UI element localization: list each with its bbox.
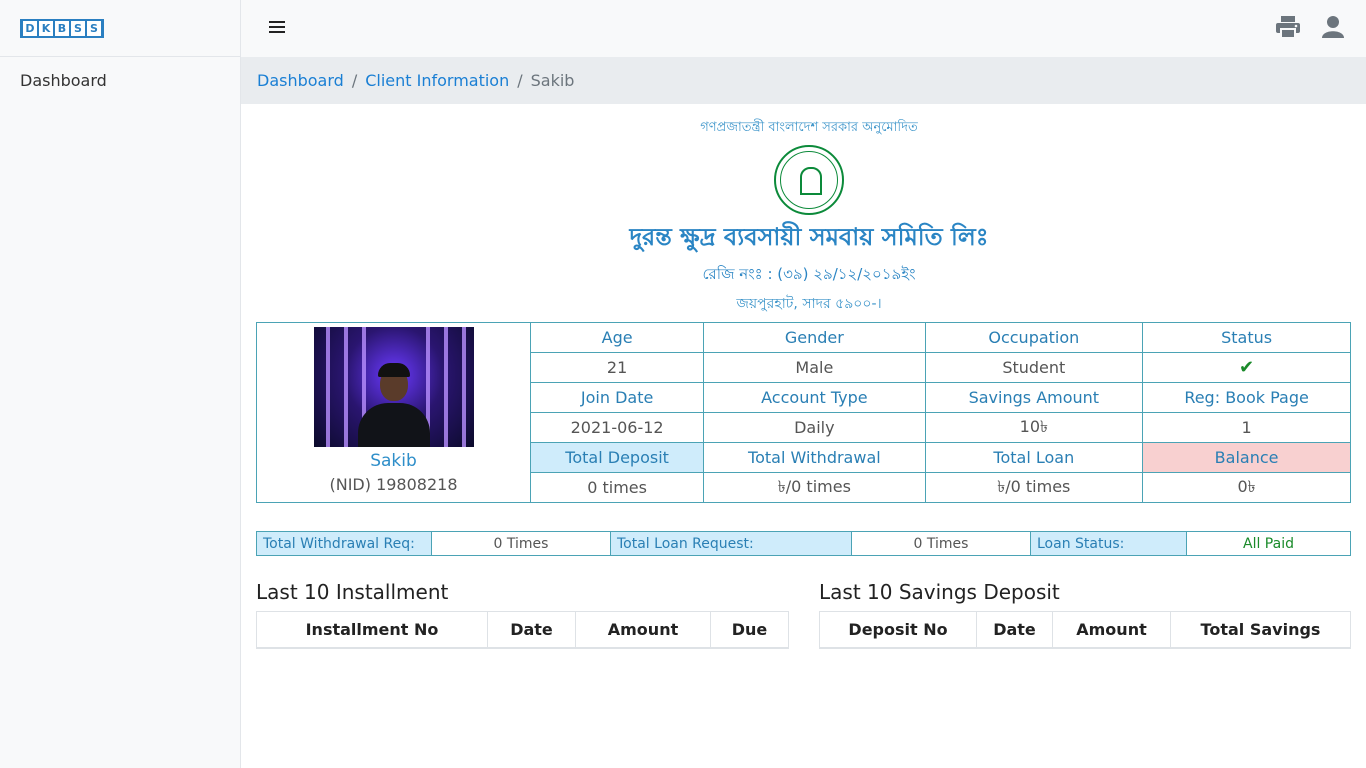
government-approval: গণপ্রজাতন্ত্রী বাংলাদেশ সরকার অনুমোদিত <box>700 120 918 135</box>
organization-address: জয়পুরহাট, সাদর ৫৯০০-। <box>736 296 882 312</box>
client-photo <box>313 327 474 447</box>
column-date: Date <box>487 611 576 649</box>
value-account-type: Daily <box>703 412 926 443</box>
value-age: 21 <box>529 352 705 383</box>
logo-letter: B <box>55 20 69 36</box>
column-amount: Amount <box>1052 611 1171 649</box>
loan-status-value: All Paid <box>1186 531 1351 556</box>
breadcrumb-separator: / <box>351 71 358 90</box>
value-join-date: 2021-06-12 <box>529 412 705 443</box>
header-balance: Balance <box>1142 442 1351 473</box>
column-total-savings: Total Savings <box>1170 611 1351 649</box>
header-status: Status <box>1142 322 1351 353</box>
header-reg-book-page: Reg: Book Page <box>1142 382 1351 413</box>
withdrawal-req-label: Total Withdrawal Req: <box>256 531 432 556</box>
request-summary: Total Withdrawal Req: 0 Times Total Loan… <box>256 531 1351 556</box>
value-balance: 0৳ <box>1142 472 1351 503</box>
header-occupation: Occupation <box>924 322 1144 353</box>
bangladesh-bank-seal-icon <box>774 145 844 215</box>
value-total-deposit: 0 times <box>529 472 705 503</box>
hamburger-icon[interactable] <box>269 21 285 35</box>
breadcrumb-client-information[interactable]: Client Information <box>365 71 509 90</box>
organization-name: দুরন্ত ক্ষুদ্র ব্যবসায়ী সমবায় সমিতি লি… <box>629 223 989 251</box>
column-due: Due <box>710 611 789 649</box>
header-account-type: Account Type <box>703 382 926 413</box>
value-reg-book-page: 1 <box>1142 412 1351 443</box>
client-nid: (NID) 19808218 <box>329 475 458 494</box>
header-join-date: Join Date <box>529 382 705 413</box>
breadcrumb-current: Sakib <box>530 71 575 90</box>
header-total-deposit: Total Deposit <box>529 442 705 473</box>
column-amount: Amount <box>575 611 711 649</box>
breadcrumb-dashboard[interactable]: Dashboard <box>257 71 344 90</box>
check-icon: ✔ <box>1239 357 1255 378</box>
client-photo-cell: Sakib (NID) 19808218 <box>256 322 531 503</box>
logo-letter: D <box>23 20 37 36</box>
topbar <box>241 0 1366 57</box>
brand-logo[interactable]: D K B S S <box>20 18 104 38</box>
value-gender: Male <box>703 352 926 383</box>
column-date: Date <box>976 611 1053 649</box>
header-total-loan: Total Loan <box>924 442 1144 473</box>
user-icon[interactable] <box>1322 16 1344 38</box>
logo-letter: S <box>71 20 85 36</box>
header-age: Age <box>529 322 705 353</box>
installment-table: Installment No Date Amount Due <box>256 611 789 649</box>
sidebar: D K B S S Dashboard <box>0 0 241 768</box>
value-total-withdrawal: ৳/0 times <box>703 472 926 503</box>
client-name: Sakib <box>370 451 417 471</box>
breadcrumb-separator: / <box>517 71 523 90</box>
loan-status-label: Loan Status: <box>1030 531 1187 556</box>
column-deposit-no: Deposit No <box>819 611 977 649</box>
header-total-withdrawal: Total Withdrawal <box>703 442 926 473</box>
installment-title: Last 10 Installment <box>256 580 449 604</box>
sidebar-item-dashboard[interactable]: Dashboard <box>0 57 240 104</box>
header-savings-amount: Savings Amount <box>924 382 1144 413</box>
value-occupation: Student <box>924 352 1144 383</box>
withdrawal-req-value: 0 Times <box>431 531 611 556</box>
print-icon[interactable] <box>1276 16 1300 38</box>
value-status: ✔ <box>1142 352 1351 383</box>
header-gender: Gender <box>703 322 926 353</box>
savings-table: Deposit No Date Amount Total Savings <box>819 611 1351 649</box>
value-total-loan: ৳/0 times <box>924 472 1144 503</box>
loan-request-value: 0 Times <box>851 531 1031 556</box>
registration-number: রেজি নংঃ : (৩৯) ২৯/১২/২০১৯ইং <box>702 265 916 283</box>
logo-letter: K <box>39 20 53 36</box>
breadcrumb: Dashboard / Client Information / Sakib <box>241 57 1366 104</box>
value-savings-amount: 10৳ <box>924 412 1144 443</box>
client-profile-table: Sakib (NID) 19808218 Age Gender Occupati… <box>256 322 1351 503</box>
logo-letter: S <box>87 20 101 36</box>
loan-request-label: Total Loan Request: <box>610 531 852 556</box>
column-installment-no: Installment No <box>256 611 488 649</box>
savings-title: Last 10 Savings Deposit <box>819 580 1060 604</box>
organization-header: গণপ্রজাতন্ত্রী বাংলাদেশ সরকার অনুমোদিত দ… <box>241 118 1366 316</box>
brand: D K B S S <box>0 0 240 57</box>
